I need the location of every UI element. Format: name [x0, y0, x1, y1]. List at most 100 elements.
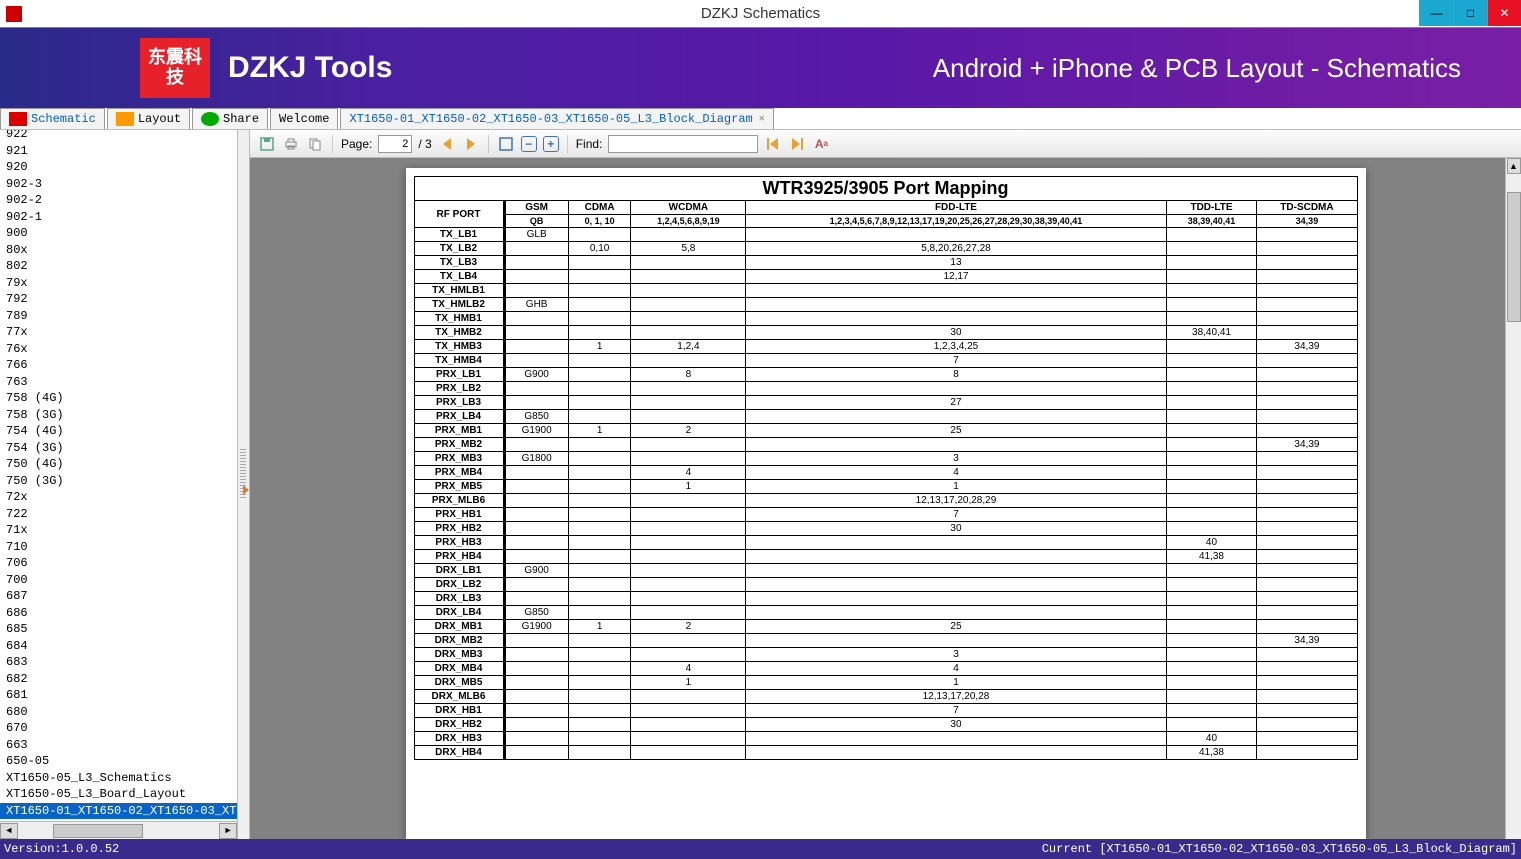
tree-item[interactable]: 76x — [0, 341, 237, 358]
tree-item[interactable]: 900 — [0, 225, 237, 242]
tree-item[interactable]: 685 — [0, 621, 237, 638]
table-cell: 1,2,4 — [631, 340, 746, 354]
tree-item[interactable]: 766 — [0, 357, 237, 374]
tree-item[interactable]: 650-05 — [0, 753, 237, 770]
tree-item[interactable]: 670 — [0, 720, 237, 737]
tree-item[interactable]: 663 — [0, 737, 237, 754]
save-icon[interactable] — [258, 135, 276, 153]
table-cell — [1257, 522, 1357, 536]
table-row: PRX_MB511 — [414, 480, 1357, 494]
tree-item[interactable]: 758 (3G) — [0, 407, 237, 424]
scroll-thumb[interactable] — [53, 824, 143, 838]
splitter-handle[interactable] — [238, 130, 250, 839]
tree-item[interactable]: 754 (3G) — [0, 440, 237, 457]
window-minimize-button[interactable]: — — [1419, 0, 1453, 26]
find-prev-button[interactable] — [764, 135, 782, 153]
rfport-cell: DRX_LB1 — [414, 564, 504, 578]
tree-item[interactable]: 902-3 — [0, 176, 237, 193]
brand-subtitle: Android + iPhone & PCB Layout - Schemati… — [933, 53, 1461, 84]
table-cell: GLB — [504, 228, 568, 242]
tree-item[interactable]: XT1650-05_L3_Board_Layout — [0, 786, 237, 803]
tree-item[interactable]: 683 — [0, 654, 237, 671]
tree-item[interactable]: 700 — [0, 572, 237, 589]
table-cell — [746, 438, 1166, 452]
tab-share[interactable]: Share — [192, 108, 268, 129]
tree-item[interactable]: 77x — [0, 324, 237, 341]
tree-item[interactable]: 72x — [0, 489, 237, 506]
tab-schematic[interactable]: Schematic — [0, 108, 105, 129]
tree-item[interactable]: XT1650-05_L3_Schematics — [0, 770, 237, 787]
document-viewport[interactable]: WTR3925/3905 Port MappingRF PORTGSMCDMAW… — [250, 158, 1521, 839]
table-cell — [568, 284, 631, 298]
page-prev-button[interactable] — [438, 135, 456, 153]
table-cell: 41,38 — [1166, 746, 1257, 760]
tree-item[interactable]: 922 — [0, 130, 237, 143]
tree-item[interactable]: 684 — [0, 638, 237, 655]
table-cell — [568, 256, 631, 270]
find-input[interactable] — [608, 135, 758, 153]
table-cell — [568, 368, 631, 382]
scroll-right-icon[interactable]: ► — [219, 823, 237, 839]
table-cell — [504, 382, 568, 396]
tree-item[interactable]: 80x — [0, 242, 237, 259]
rfport-cell: PRX_MB5 — [414, 480, 504, 494]
tree-item[interactable]: 706 — [0, 555, 237, 572]
table-cell — [504, 354, 568, 368]
window-maximize-button[interactable]: □ — [1453, 0, 1487, 26]
window-titlebar: DZKJ Schematics — □ ✕ — [0, 0, 1521, 28]
tree-item[interactable]: 792 — [0, 291, 237, 308]
window-close-button[interactable]: ✕ — [1487, 0, 1521, 26]
tree-item[interactable]: XT1650-01_XT1650-02_XT1650-03_XT1650-05 — [0, 803, 237, 820]
scroll-track[interactable] — [18, 823, 219, 839]
page-number-input[interactable] — [378, 135, 412, 153]
table-cell — [1257, 368, 1357, 382]
scroll-up-icon[interactable]: ▲ — [1507, 158, 1521, 174]
tab-welcome[interactable]: Welcome — [270, 108, 338, 129]
print-icon[interactable] — [282, 135, 300, 153]
vscroll-thumb[interactable] — [1507, 192, 1521, 322]
rfport-cell: TX_HMLB1 — [414, 284, 504, 298]
tree-item[interactable]: 682 — [0, 671, 237, 688]
copy-icon[interactable] — [306, 135, 324, 153]
table-cell — [1257, 690, 1357, 704]
tree-item[interactable]: 687 — [0, 588, 237, 605]
tree-item[interactable]: 710 — [0, 539, 237, 556]
zoom-out-button[interactable]: − — [521, 136, 537, 152]
tree-item[interactable]: 750 (3G) — [0, 473, 237, 490]
tree-item[interactable]: 79x — [0, 275, 237, 292]
tree-item[interactable]: 722 — [0, 506, 237, 523]
find-next-button[interactable] — [788, 135, 806, 153]
tab-layout[interactable]: Layout — [107, 108, 190, 129]
tree-item[interactable]: 71x — [0, 522, 237, 539]
close-icon[interactable]: ✕ — [759, 113, 765, 125]
table-cell: 41,38 — [1166, 550, 1257, 564]
tree-item[interactable]: 686 — [0, 605, 237, 622]
fit-page-button[interactable] — [497, 135, 515, 153]
tree-item[interactable]: 902-2 — [0, 192, 237, 209]
tab-document[interactable]: XT1650-01_XT1650-02_XT1650-03_XT1650-05_… — [340, 108, 773, 129]
sidebar-hscrollbar[interactable]: ◄ ► — [0, 821, 237, 839]
document-vscrollbar[interactable]: ▲ — [1505, 158, 1521, 839]
table-cell — [568, 382, 631, 396]
tree-item[interactable]: 680 — [0, 704, 237, 721]
tree-item[interactable]: 920 — [0, 159, 237, 176]
table-cell — [568, 606, 631, 620]
scroll-left-icon[interactable]: ◄ — [0, 823, 18, 839]
tree-item[interactable]: 921 — [0, 143, 237, 160]
text-size-button[interactable]: Aa — [812, 135, 830, 153]
zoom-in-button[interactable]: + — [543, 136, 559, 152]
tree-item[interactable]: 902-1 — [0, 209, 237, 226]
share-icon — [201, 112, 219, 126]
tree-item[interactable]: 754 (4G) — [0, 423, 237, 440]
table-cell — [1257, 410, 1357, 424]
page-next-button[interactable] — [462, 135, 480, 153]
tree-item[interactable]: 758 (4G) — [0, 390, 237, 407]
tree-item[interactable]: 802 — [0, 258, 237, 275]
rfport-cell: PRX_HB3 — [414, 536, 504, 550]
table-cell — [1257, 606, 1357, 620]
tree-item[interactable]: 750 (4G) — [0, 456, 237, 473]
tree-item[interactable]: 789 — [0, 308, 237, 325]
tree-list[interactable]: 922921920902-3902-2902-190080x80279x7927… — [0, 130, 237, 821]
tree-item[interactable]: 763 — [0, 374, 237, 391]
tree-item[interactable]: 681 — [0, 687, 237, 704]
